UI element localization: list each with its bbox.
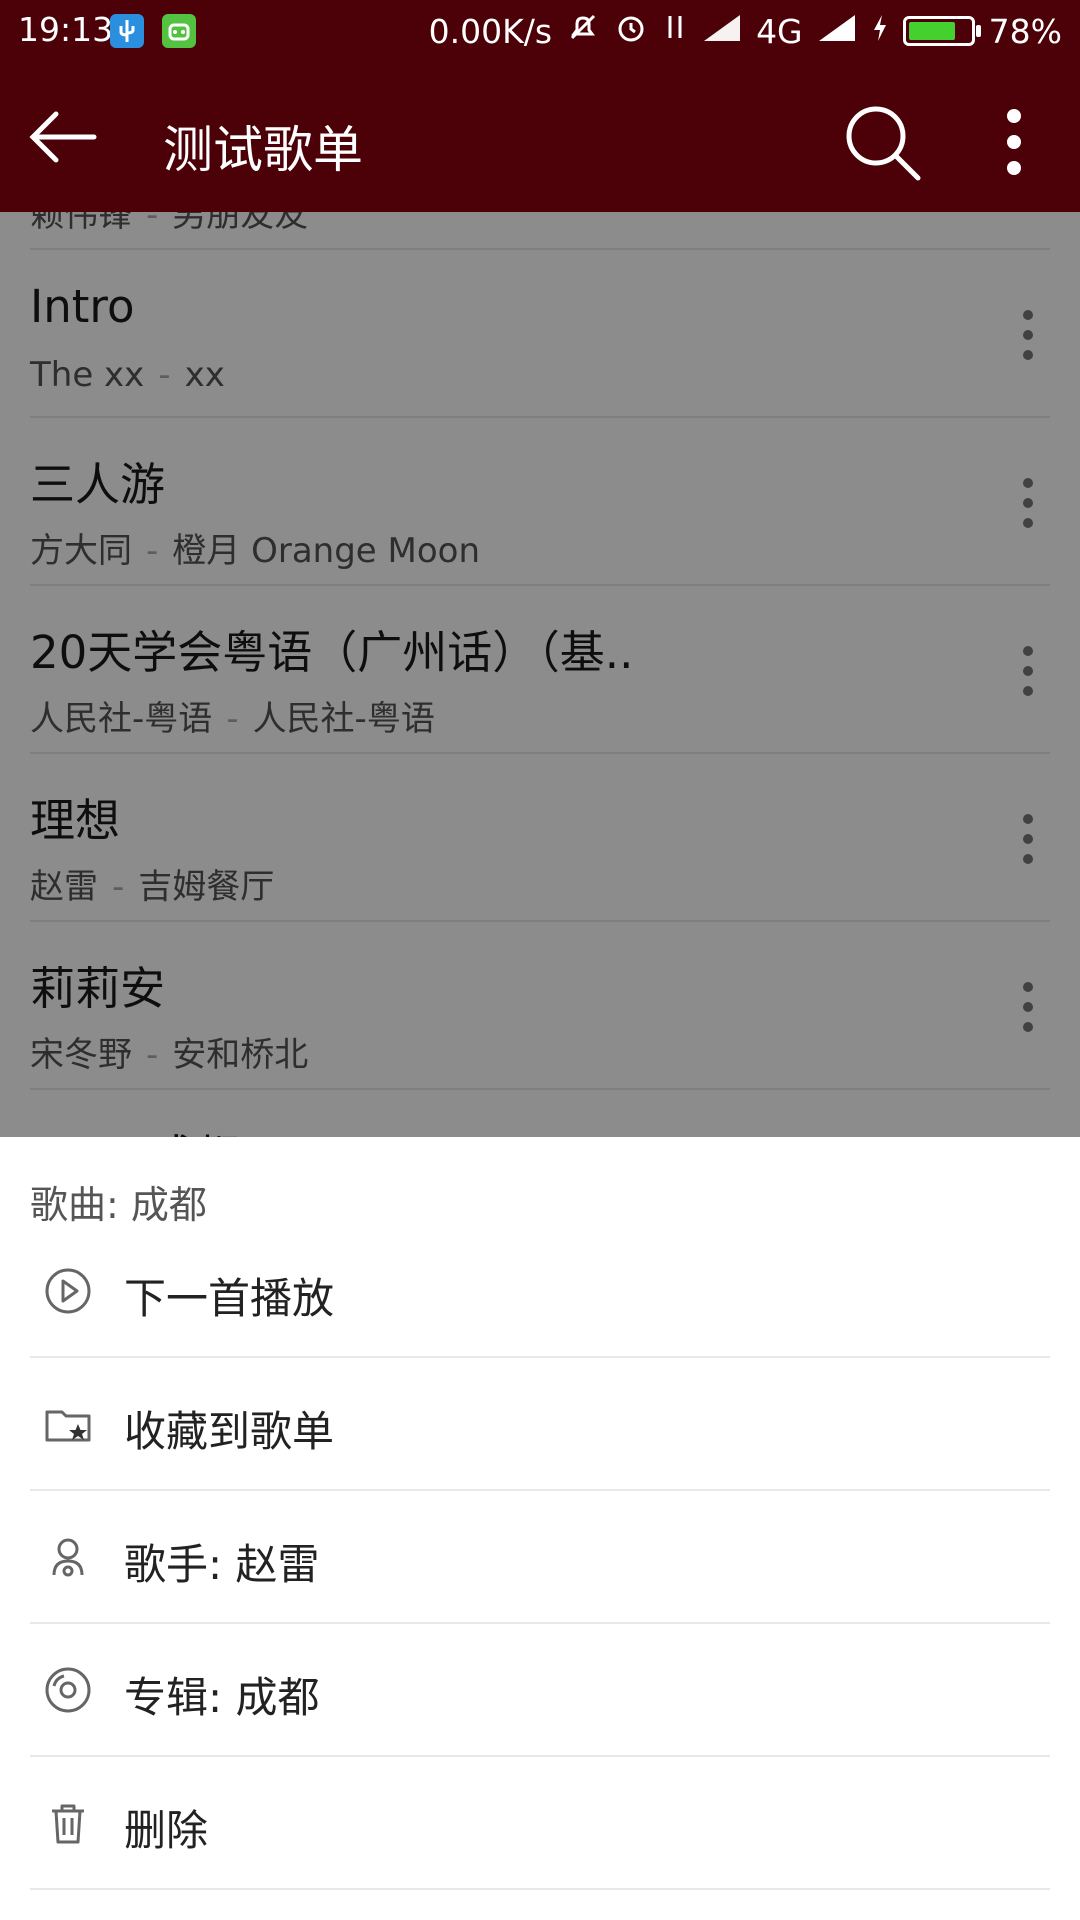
action-label: 歌手: 赵雷 bbox=[124, 1540, 320, 1589]
action-divider bbox=[30, 1888, 1050, 1890]
action-label: 下一首播放 bbox=[124, 1274, 335, 1323]
play-next-icon bbox=[44, 1267, 92, 1315]
page-title: 测试歌单 bbox=[163, 121, 363, 179]
data-arrows-icon bbox=[662, 10, 688, 52]
back-arrow-icon[interactable] bbox=[28, 110, 98, 164]
trash-icon bbox=[44, 1799, 92, 1847]
singer-icon bbox=[44, 1533, 92, 1581]
mute-icon bbox=[566, 10, 600, 52]
battery-icon bbox=[902, 16, 981, 46]
signal-2-icon bbox=[817, 12, 857, 51]
status-bar: 19:13 0.00K/s 4G 78% bbox=[0, 0, 1080, 62]
status-right: 0.00K/s 4G 78% bbox=[429, 10, 1062, 52]
network-type: 4G bbox=[756, 11, 803, 51]
folder-star-icon bbox=[44, 1400, 92, 1448]
dim-overlay[interactable] bbox=[0, 212, 1080, 1137]
action-label: 专辑: 成都 bbox=[124, 1673, 320, 1722]
app-bar: 测试歌单 bbox=[0, 62, 1080, 212]
search-icon[interactable] bbox=[842, 102, 922, 182]
more-vert-icon[interactable] bbox=[994, 106, 1034, 178]
battery-percent: 78% bbox=[988, 11, 1062, 51]
android-icon bbox=[162, 14, 196, 48]
collect-to-playlist-action[interactable]: 收藏到歌单 bbox=[0, 1358, 1080, 1491]
artist-action[interactable]: 歌手: 赵雷 bbox=[0, 1491, 1080, 1624]
delete-action[interactable]: 删除 bbox=[0, 1757, 1080, 1890]
status-time: 19:13 bbox=[18, 10, 114, 49]
album-action[interactable]: 专辑: 成都 bbox=[0, 1624, 1080, 1757]
song-actions-sheet: 歌曲: 成都 下一首播放 收藏到歌单 歌手: 赵雷 专辑: 成都 删除 bbox=[0, 1137, 1080, 1920]
net-speed: 0.00K/s bbox=[428, 11, 553, 51]
play-next-action[interactable]: 下一首播放 bbox=[0, 1225, 1080, 1358]
action-label: 删除 bbox=[124, 1806, 209, 1855]
signal-icon bbox=[702, 12, 742, 51]
album-disc-icon bbox=[44, 1666, 92, 1714]
action-label: 收藏到歌单 bbox=[124, 1407, 335, 1456]
alarm-icon bbox=[614, 10, 648, 52]
usb-icon bbox=[110, 14, 144, 48]
charging-icon bbox=[871, 12, 889, 51]
sheet-title: 歌曲: 成都 bbox=[30, 1183, 207, 1227]
